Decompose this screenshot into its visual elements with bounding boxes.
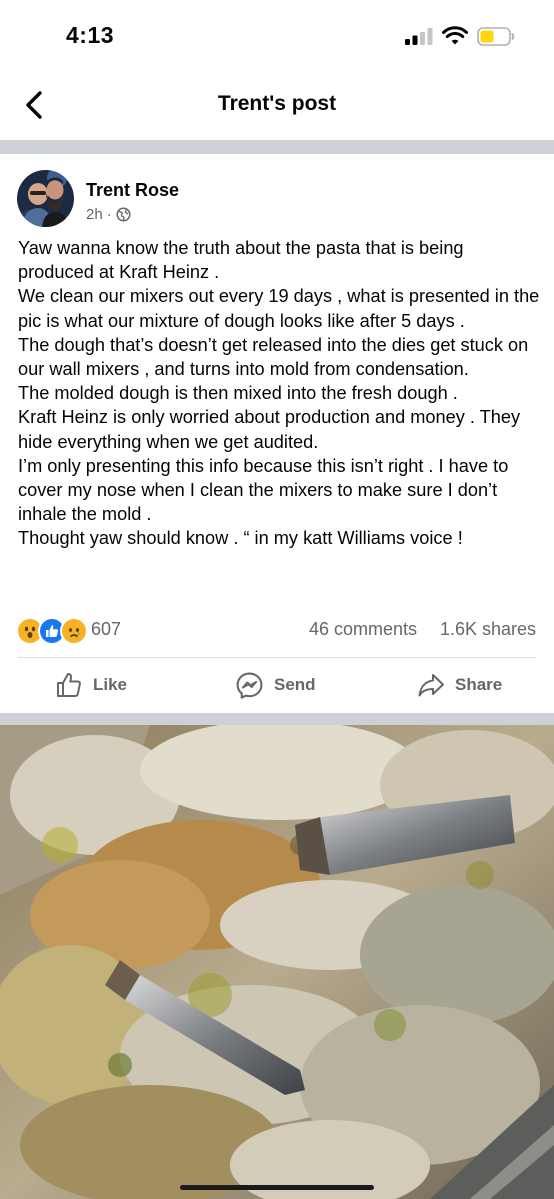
author-name[interactable]: Trent Rose <box>86 180 179 201</box>
shares-count[interactable]: 1.6K shares <box>440 619 536 640</box>
avatar[interactable] <box>17 170 74 227</box>
like-label: Like <box>93 675 128 694</box>
status-time: 4:13 <box>66 22 115 48</box>
post-header: Trent Rose 2h · <box>0 154 554 234</box>
page-title: Trent's post <box>217 92 337 115</box>
cellular-signal-icon <box>405 28 433 45</box>
actions-divider <box>18 657 536 658</box>
globe-icon <box>116 207 131 222</box>
messenger-icon <box>236 672 263 699</box>
post-time[interactable]: 2h <box>86 206 103 223</box>
section-divider-bottom <box>0 713 554 725</box>
meta-separator: · <box>106 206 112 223</box>
post-meta: 2h · <box>86 206 131 223</box>
status-bar: 4:13 <box>0 0 554 70</box>
home-indicator[interactable] <box>180 1185 374 1190</box>
post-photo[interactable] <box>0 725 554 1199</box>
nav-bar: Trent's post <box>0 70 554 140</box>
battery-icon <box>477 27 515 46</box>
like-button[interactable]: Like <box>55 669 127 701</box>
send-button[interactable]: Send <box>235 669 316 701</box>
comments-count[interactable]: 46 comments <box>309 619 417 640</box>
share-icon <box>418 674 444 697</box>
share-label: Share <box>455 675 503 694</box>
section-divider <box>0 140 554 154</box>
sad-reaction-icon <box>60 617 88 645</box>
post-actions: Like Send Share <box>0 660 554 712</box>
mold-photo-image <box>0 725 554 1199</box>
wifi-icon <box>442 26 468 45</box>
post-stats: 607 46 comments 1.6K shares <box>0 614 554 645</box>
post-text: Yaw wanna know the truth about the pasta… <box>18 238 540 549</box>
share-button[interactable]: Share <box>417 669 502 701</box>
reaction-count[interactable]: 607 <box>91 619 121 640</box>
reaction-icons[interactable] <box>16 617 88 645</box>
send-label: Send <box>274 675 316 694</box>
like-icon <box>57 673 81 697</box>
